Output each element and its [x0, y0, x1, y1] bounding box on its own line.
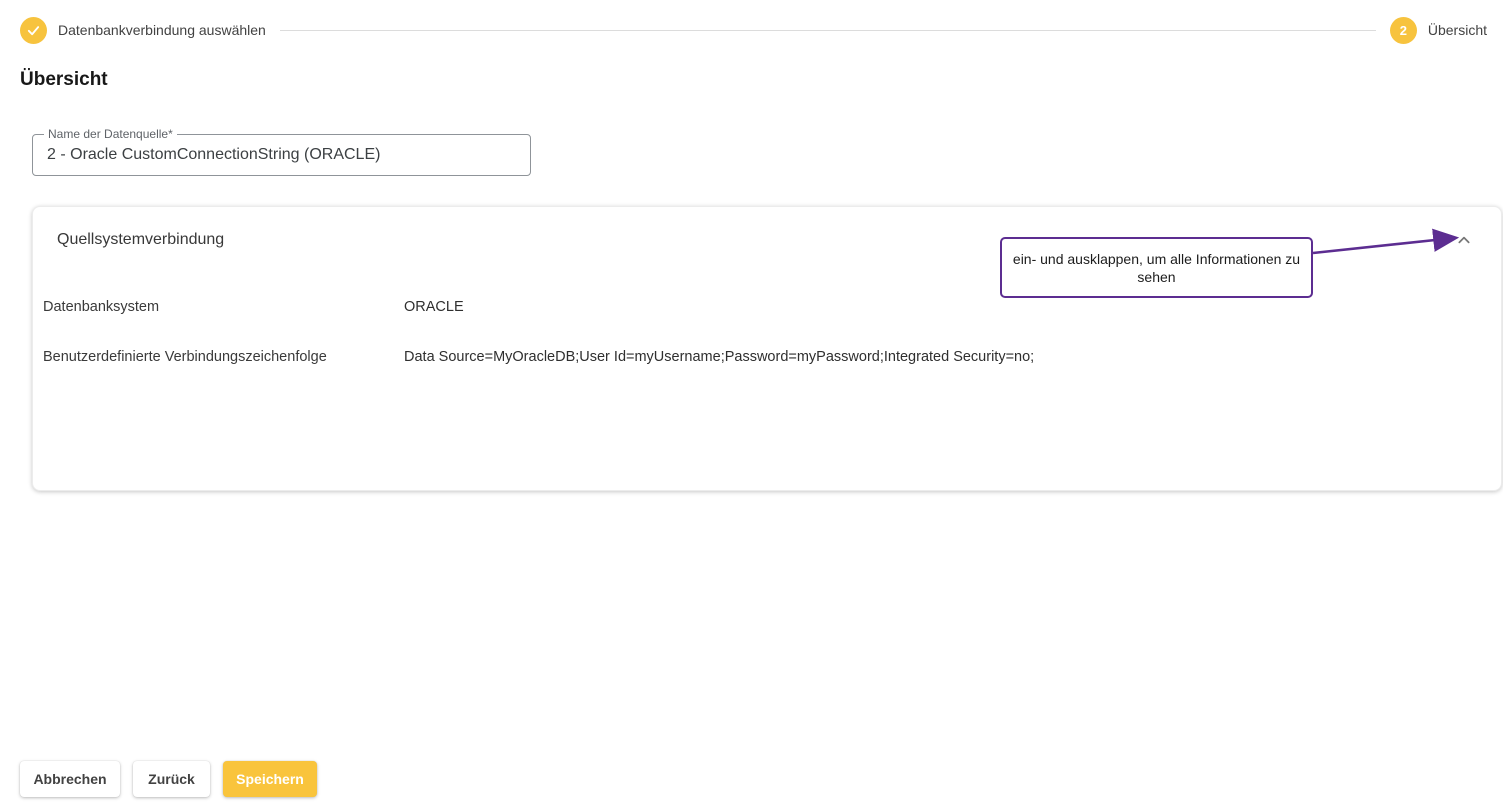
- datasource-name-field: Name der Datenquelle*: [32, 134, 531, 176]
- step-label: Übersicht: [1428, 22, 1487, 38]
- step-completed-check-circle: [20, 17, 47, 44]
- datasource-name-input[interactable]: [33, 135, 530, 175]
- stepper-connector-line: [280, 30, 1376, 31]
- cancel-button[interactable]: Abbrechen: [20, 761, 120, 797]
- chevron-up-icon: [1456, 232, 1472, 248]
- check-icon: [26, 23, 41, 38]
- page-title: Übersicht: [20, 69, 108, 91]
- row-value: Data Source=MyOracleDB;User Id=myUsernam…: [404, 349, 1034, 365]
- row-value: ORACLE: [404, 299, 464, 315]
- step-number-circle: 2: [1390, 17, 1417, 44]
- annotation-callout-text: ein- und ausklappen, um alle Information…: [1012, 250, 1301, 286]
- row-label: Benutzerdefinierte Verbindungszeichenfol…: [43, 349, 404, 365]
- step-label: Datenbankverbindung auswählen: [58, 22, 266, 38]
- collapse-card-button[interactable]: [1449, 225, 1479, 255]
- save-button[interactable]: Speichern: [223, 761, 317, 797]
- summary-row-connection-string: Benutzerdefinierte Verbindungszeichenfol…: [43, 349, 1477, 365]
- datasource-name-label: Name der Datenquelle*: [44, 127, 177, 141]
- annotation-callout: ein- und ausklappen, um alle Information…: [1000, 237, 1313, 298]
- row-label: Datenbanksystem: [43, 299, 404, 315]
- summary-row-database-system: DatenbanksystemORACLE: [43, 299, 1477, 315]
- card-title: Quellsystemverbindung: [57, 231, 224, 249]
- wizard-stepper: Datenbankverbindung auswählen 2 Übersich…: [20, 16, 1487, 44]
- step-overview[interactable]: 2 Übersicht: [1390, 17, 1487, 44]
- back-button[interactable]: Zurück: [133, 761, 210, 797]
- footer-actions: Abbrechen Zurück Speichern: [20, 761, 317, 797]
- step-database-connection[interactable]: Datenbankverbindung auswählen: [20, 17, 266, 44]
